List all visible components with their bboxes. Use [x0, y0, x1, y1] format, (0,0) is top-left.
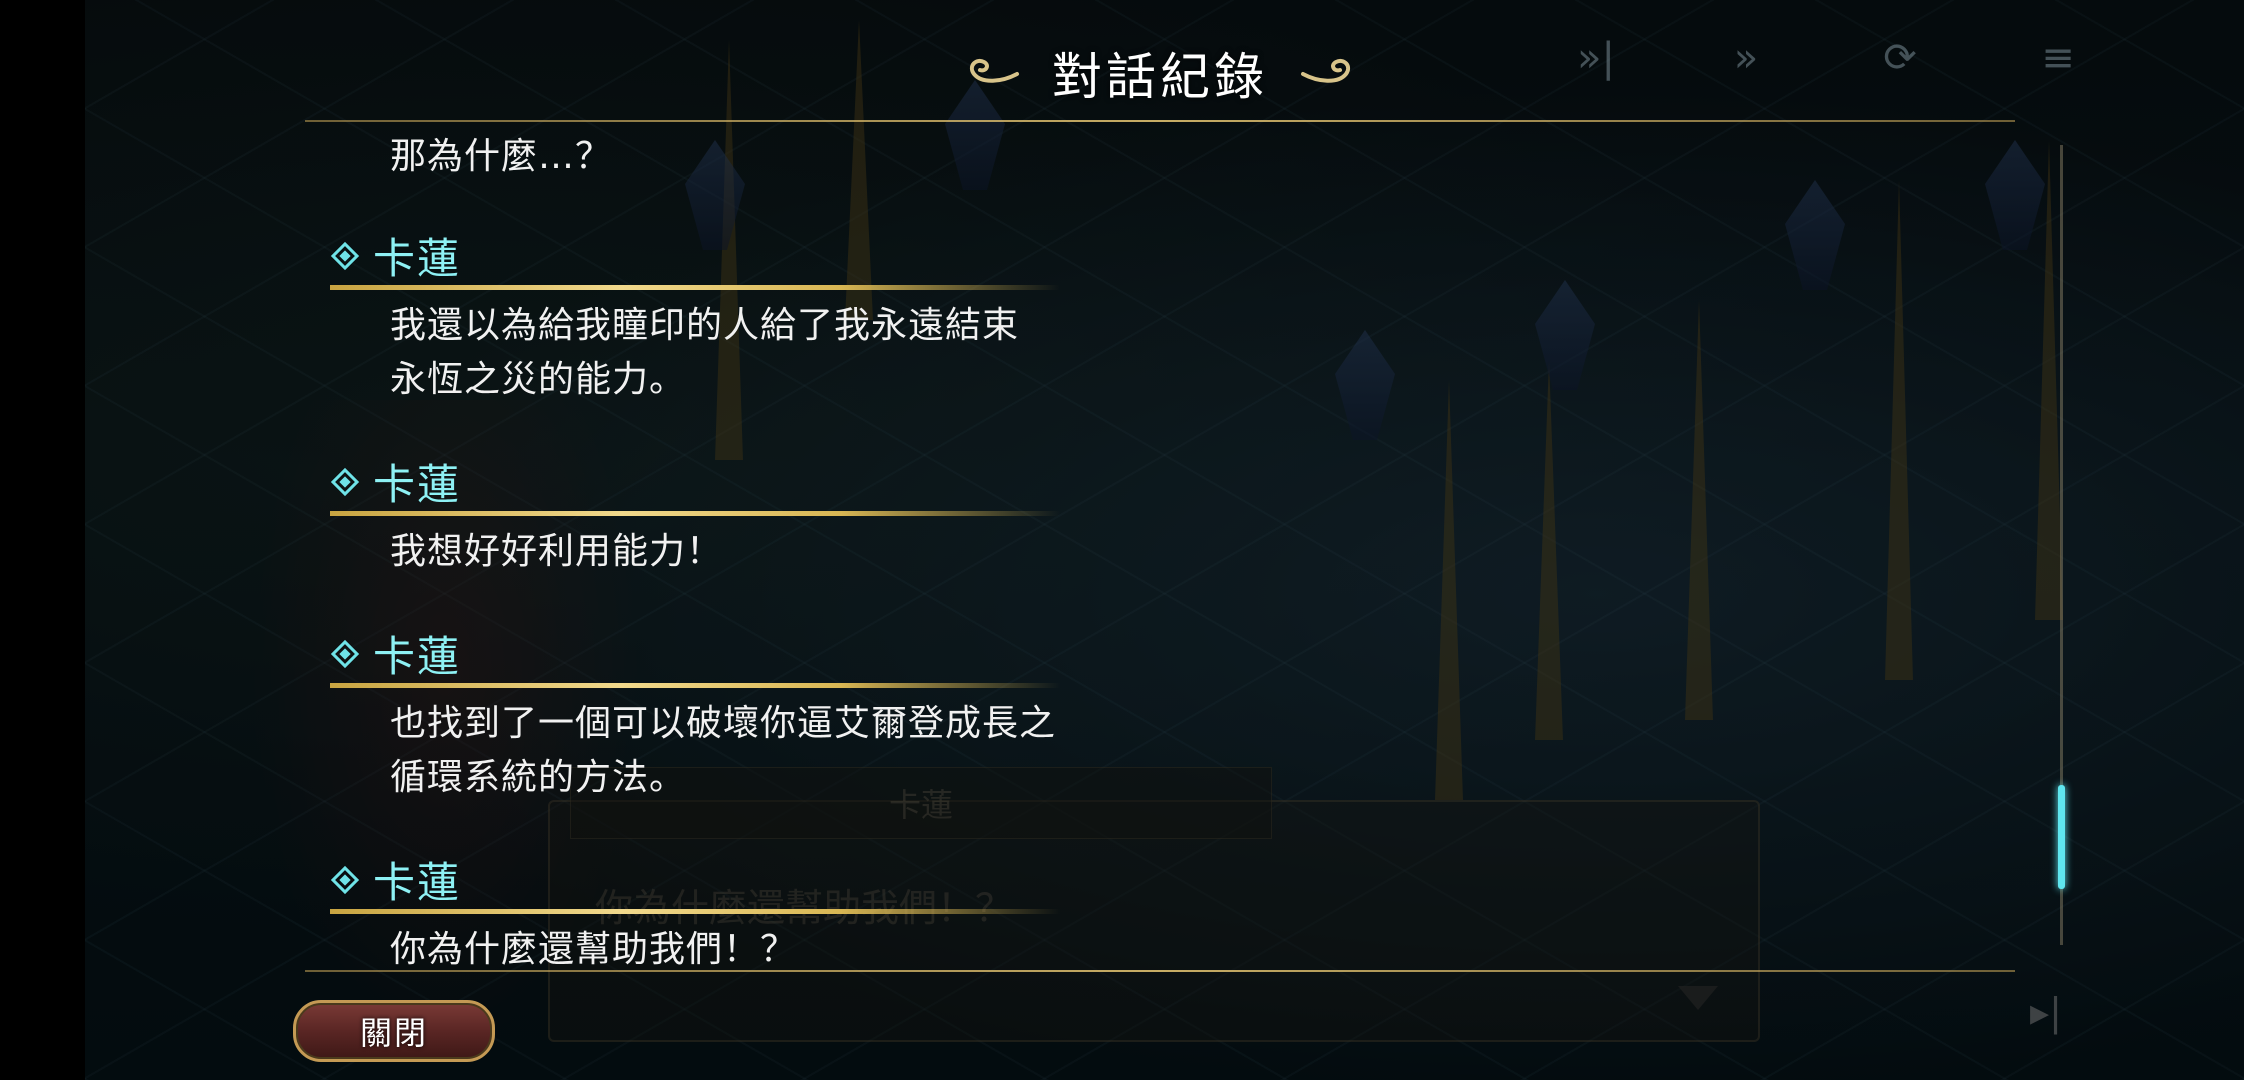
- speaker-label: 卡蓮: [330, 849, 462, 910]
- diamond-icon: [330, 467, 360, 496]
- speaker-name: 卡蓮: [373, 858, 462, 907]
- speaker-name: 卡蓮: [373, 460, 462, 509]
- diamond-icon: [330, 865, 360, 894]
- log-scrollbar[interactable]: [2058, 145, 2065, 945]
- skip-icon[interactable]: »|: [1568, 34, 1624, 82]
- diamond-icon: [330, 241, 360, 270]
- close-button-label: 關閉: [359, 1014, 428, 1052]
- log-line: 永恆之災的能力。: [390, 359, 687, 400]
- page-title: 對話紀錄: [1052, 48, 1268, 106]
- auto-play-icon[interactable]: ⟳: [1872, 34, 1928, 82]
- log-line: 你為什麼還幫助我們！？: [390, 929, 798, 970]
- log-line: 我還以為給我瞳印的人給了我永遠結束: [390, 305, 1020, 346]
- log-line: 那為什麼…？: [390, 136, 613, 177]
- right-flourish-icon: [1301, 59, 1351, 83]
- log-line: 循環系統的方法。: [390, 757, 687, 798]
- speaker-label: 卡蓮: [330, 225, 462, 286]
- log-line: 我想好好利用能力！: [390, 531, 724, 572]
- menu-icon[interactable]: ≡: [2030, 34, 2086, 82]
- bottom-divider: [305, 970, 2015, 972]
- log-line: 也找到了一個可以破壞你逼艾爾登成長之: [390, 703, 1057, 744]
- scrollbar-thumb[interactable]: [2058, 785, 2065, 889]
- speaker-label: 卡蓮: [330, 451, 462, 512]
- skip-to-end-icon[interactable]: ▸|: [2030, 990, 2062, 1034]
- close-button[interactable]: 關閉: [293, 1000, 495, 1062]
- speaker-underline: [330, 285, 1060, 290]
- top-divider: [305, 120, 2015, 122]
- fast-forward-icon[interactable]: »: [1718, 34, 1774, 82]
- speaker-underline: [330, 683, 1060, 688]
- game-screen: 卡蓮 你為什麼還幫助我們！？ »| » ⟳ ≡ 對話紀錄 那為什麼…？ 卡蓮 我…: [0, 0, 2244, 1080]
- speaker-underline: [330, 511, 1060, 516]
- speaker-label: 卡蓮: [330, 623, 462, 684]
- diamond-icon: [330, 639, 360, 668]
- speaker-underline: [330, 909, 1060, 914]
- speaker-name: 卡蓮: [373, 632, 462, 681]
- dialogue-log[interactable]: 那為什麼…？ 卡蓮 我還以為給我瞳印的人給了我永遠結束 永恆之災的能力。 卡蓮 …: [305, 125, 2015, 970]
- speaker-name: 卡蓮: [373, 234, 462, 283]
